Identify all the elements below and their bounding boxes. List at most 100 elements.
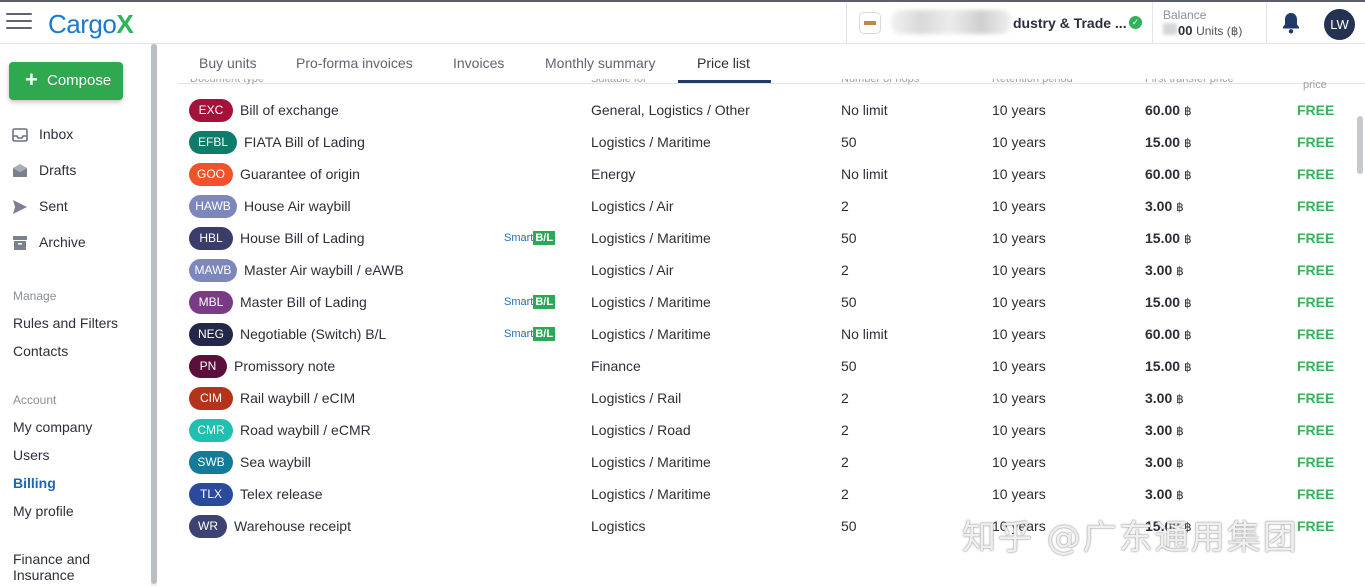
doc-after-price: FREE bbox=[1297, 294, 1335, 310]
doc-code-badge: EXC bbox=[189, 99, 233, 122]
company-flag-icon bbox=[859, 12, 881, 34]
table-row[interactable]: HAWB House Air waybill Logistics / Air 2 10 … bbox=[178, 191, 1348, 223]
doc-code-badge: SWB bbox=[189, 451, 233, 474]
menu-icon[interactable] bbox=[6, 13, 32, 33]
doc-hops: No limit bbox=[841, 326, 888, 342]
doc-after-price: FREE bbox=[1297, 518, 1335, 534]
doc-name: Master Air waybill / eAWB bbox=[244, 262, 404, 278]
currency-symbol: ฿ bbox=[1183, 136, 1192, 150]
table-row[interactable]: TLX Telex release Logistics / Maritime 2 10 … bbox=[178, 479, 1348, 511]
active-tab-underline bbox=[678, 80, 771, 83]
doc-price: 3.00 ฿ bbox=[1145, 422, 1184, 438]
doc-retention: 10 years bbox=[992, 518, 1046, 534]
sidebar-link-billing[interactable]: Billing bbox=[13, 475, 56, 491]
company-name: dustry & Trade ... bbox=[1013, 15, 1127, 31]
doc-price: 15.00 ฿ bbox=[1145, 358, 1192, 374]
currency-symbol: ฿ bbox=[1176, 424, 1184, 438]
sidebar-link-contacts[interactable]: Contacts bbox=[13, 343, 68, 359]
sidebar-item-label: Sent bbox=[39, 198, 68, 214]
sidebar-link-my-company[interactable]: My company bbox=[13, 419, 92, 435]
company-selector[interactable]: dustry & Trade ... ✓ bbox=[846, 2, 1152, 44]
table-row[interactable]: MBL Master Bill of Lading Smart B/L Logistic… bbox=[178, 287, 1348, 319]
doc-category: General, Logistics / Other bbox=[591, 102, 750, 118]
sidebar-link-finance-and-insurance[interactable]: Finance and Insurance bbox=[13, 551, 90, 583]
doc-after-price: FREE bbox=[1297, 454, 1335, 470]
sidebar-link-my-profile[interactable]: My profile bbox=[13, 503, 74, 519]
sidebar-link-rules-and-filters[interactable]: Rules and Filters bbox=[13, 315, 118, 331]
doc-name: Bill of exchange bbox=[240, 102, 339, 118]
currency-symbol: ฿ bbox=[1183, 296, 1192, 310]
sidebar-link-users[interactable]: Users bbox=[13, 447, 50, 463]
table-row[interactable]: HBL House Bill of Lading Smart B/L Logistics… bbox=[178, 223, 1348, 255]
table-row[interactable]: SWB Sea waybill Logistics / Maritime 2 10 ye… bbox=[178, 447, 1348, 479]
tab-invoices[interactable]: Invoices bbox=[453, 55, 504, 71]
doc-price: 3.00 ฿ bbox=[1145, 390, 1184, 406]
tab-monthly-summary[interactable]: Monthly summary bbox=[545, 55, 655, 71]
currency-symbol: ฿ bbox=[1176, 200, 1184, 214]
table-row[interactable]: EXC Bill of exchange General, Logistics / … bbox=[178, 95, 1348, 127]
compose-button[interactable]: + Compose bbox=[9, 62, 123, 100]
doc-price: 3.00 ฿ bbox=[1145, 486, 1184, 502]
balance-label: Balance bbox=[1163, 8, 1207, 22]
doc-category: Logistics bbox=[591, 518, 646, 534]
currency-symbol: ฿ bbox=[1183, 104, 1192, 118]
table-row[interactable]: CIM Rail waybill / eCIM Logistics / Rail 2 1… bbox=[178, 383, 1348, 415]
manage-section-title: Manage bbox=[13, 289, 57, 303]
doc-category: Logistics / Maritime bbox=[591, 294, 711, 310]
billing-tabs: Buy units Pro-forma invoices Invoices Mo… bbox=[178, 44, 1365, 84]
balance-widget[interactable]: Balance 00 Units (฿) bbox=[1152, 2, 1265, 44]
doc-after-price: FREE bbox=[1297, 198, 1335, 214]
doc-name: Rail waybill / eCIM bbox=[240, 390, 356, 406]
table-row[interactable]: NEG Negotiable (Switch) B/L Smart B/L Logist… bbox=[178, 319, 1348, 351]
table-row[interactable]: CMR Road waybill / eCMR Logistics / Road 2 1… bbox=[178, 415, 1348, 447]
doc-price: 3.00 ฿ bbox=[1145, 198, 1184, 214]
doc-retention: 10 years bbox=[992, 102, 1046, 118]
balance-units: Units (฿) bbox=[1196, 24, 1243, 38]
doc-price: 15.00 ฿ bbox=[1145, 134, 1192, 150]
table-row[interactable]: PN Promissory note Finance 50 10 years 15.00 … bbox=[178, 351, 1348, 383]
doc-hops: 50 bbox=[841, 518, 857, 534]
logo-x: X bbox=[116, 9, 134, 39]
doc-category: Logistics / Maritime bbox=[591, 326, 711, 342]
balance-value: 00 Units (฿) bbox=[1178, 23, 1243, 38]
sidebar: + Compose Inbox Drafts Sent Archive Mana… bbox=[0, 44, 160, 586]
doc-code-badge: PN bbox=[189, 355, 227, 378]
doc-name: Telex release bbox=[240, 486, 323, 502]
doc-name: Sea waybill bbox=[240, 454, 311, 470]
doc-price: 15.00 ฿ bbox=[1145, 230, 1192, 246]
smart-bl-logo: Smart B/L bbox=[504, 327, 556, 341]
table-row[interactable]: EFBL FIATA Bill of Lading Logistics / Mari… bbox=[178, 127, 1348, 159]
sidebar-item-label: Inbox bbox=[39, 126, 74, 142]
doc-code-badge: MBL bbox=[189, 291, 233, 314]
sidebar-scrollbar-thumb[interactable] bbox=[151, 44, 157, 584]
doc-category: Logistics / Maritime bbox=[591, 486, 711, 502]
doc-code-badge: NEG bbox=[189, 323, 233, 346]
sidebar-scrollbar[interactable] bbox=[151, 44, 157, 586]
doc-name: House Air waybill bbox=[244, 198, 351, 214]
user-avatar[interactable]: LW bbox=[1324, 9, 1355, 40]
doc-after-price: FREE bbox=[1297, 134, 1335, 150]
doc-code-badge: GOO bbox=[189, 163, 233, 186]
doc-price: 15.00 ฿ bbox=[1145, 294, 1192, 310]
table-row[interactable]: MAWB Master Air waybill / eAWB Logistics /… bbox=[178, 255, 1348, 287]
tab-price-list[interactable]: Price list bbox=[697, 55, 750, 71]
account-section-title: Account bbox=[13, 393, 57, 407]
main-scrollbar-thumb[interactable] bbox=[1357, 116, 1363, 174]
tab-pro-forma-invoices[interactable]: Pro-forma invoices bbox=[296, 55, 413, 71]
doc-hops: 50 bbox=[841, 134, 857, 150]
archive-icon bbox=[13, 236, 27, 250]
notifications-bell-icon[interactable] bbox=[1266, 2, 1314, 44]
doc-retention: 10 years bbox=[992, 358, 1046, 374]
doc-name: House Bill of Lading bbox=[240, 230, 365, 246]
inbox-icon bbox=[12, 128, 28, 142]
doc-code-badge: HAWB bbox=[189, 195, 237, 218]
doc-code-badge: CIM bbox=[189, 387, 233, 410]
tab-buy-units[interactable]: Buy units bbox=[199, 55, 257, 71]
smart-bl-logo: Smart B/L bbox=[504, 231, 556, 245]
doc-name: Promissory note bbox=[234, 358, 336, 374]
table-row[interactable]: WR Warehouse receipt Logistics 50 10 years 15… bbox=[178, 511, 1348, 543]
cargox-logo[interactable]: CargoX bbox=[48, 9, 134, 40]
currency-symbol: ฿ bbox=[1176, 264, 1184, 278]
doc-name: Guarantee of origin bbox=[240, 166, 360, 182]
table-row[interactable]: GOO Guarantee of origin Energy No limit 10 y… bbox=[178, 159, 1348, 191]
